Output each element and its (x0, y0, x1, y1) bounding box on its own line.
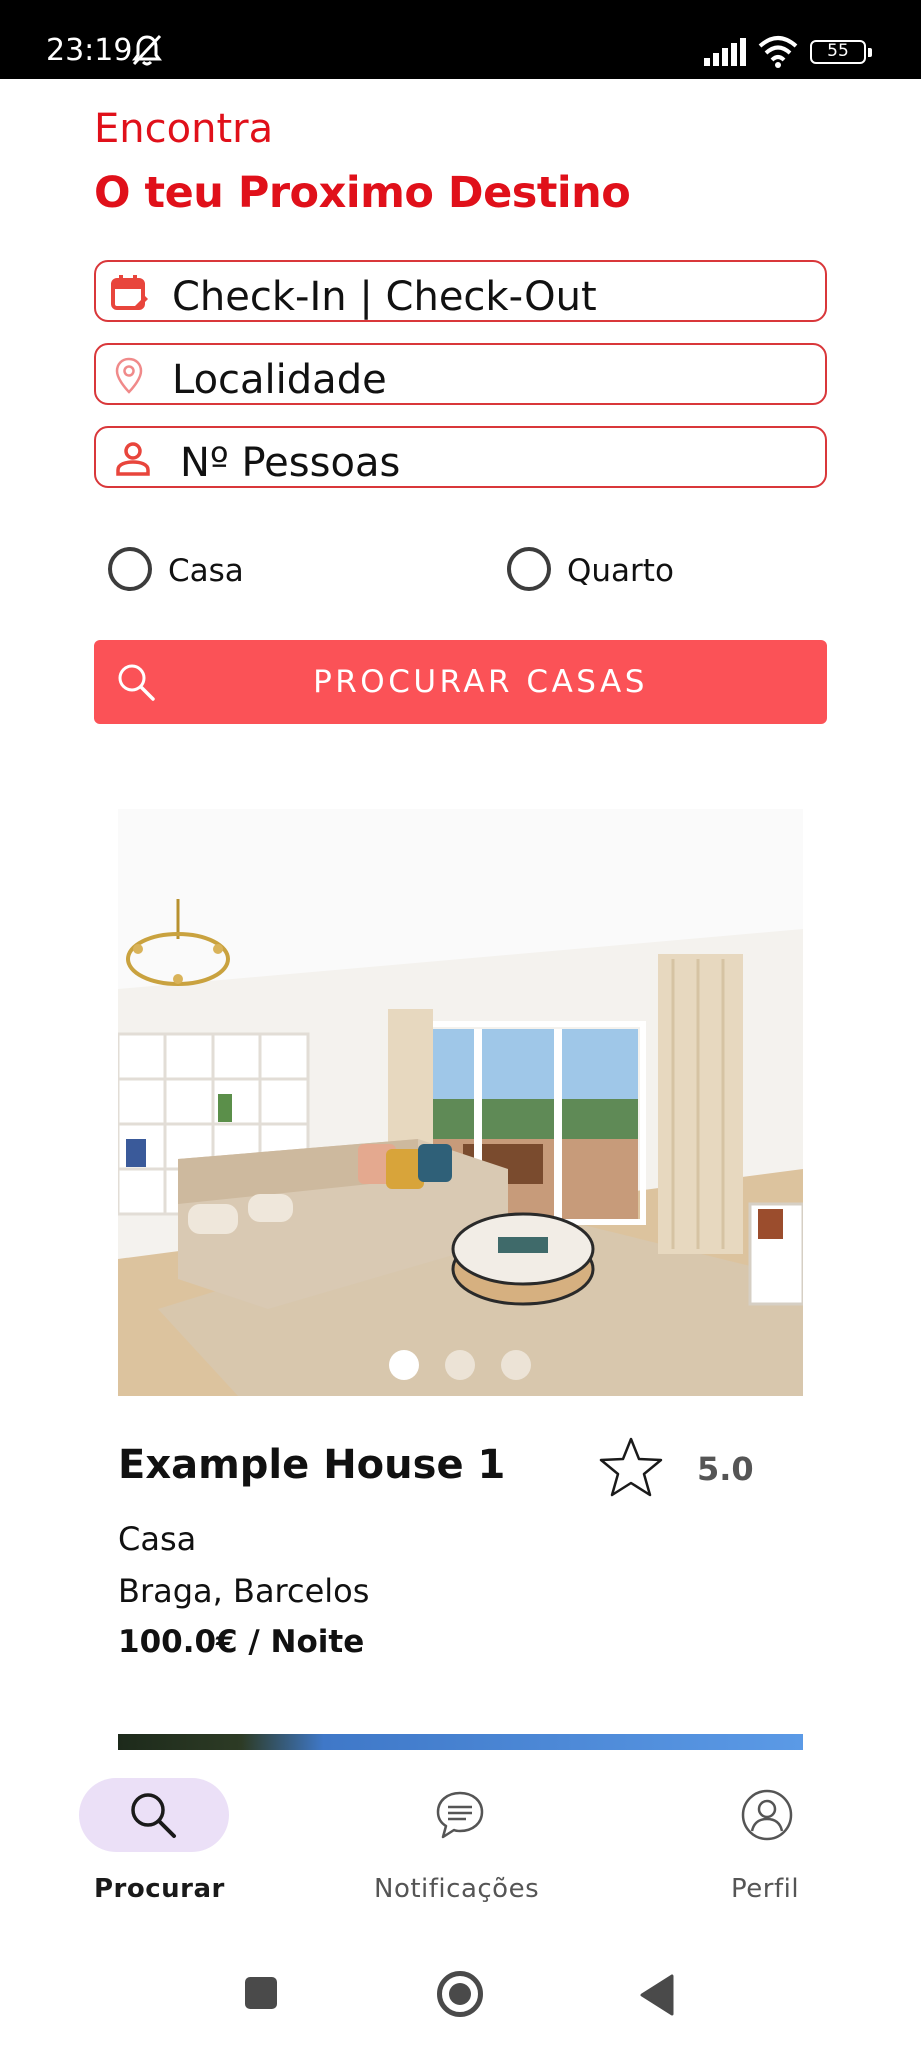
radio-casa-label: Casa (168, 553, 244, 589)
radio-quarto-label: Quarto (567, 553, 674, 589)
dates-field-text: Check-In | Check-Out (172, 274, 597, 320)
profile-icon (741, 1789, 793, 1841)
bottom-nav: Procurar Notificações Perfil (0, 1750, 921, 1930)
listing-type: Casa (118, 1520, 197, 1558)
recents-button[interactable] (245, 1977, 277, 2009)
listing-title[interactable]: Example House 1 (118, 1442, 505, 1488)
system-nav-bar (0, 1930, 921, 2048)
listing-rating: 5.0 (697, 1450, 754, 1488)
nav-label-notificacoes: Notificações (374, 1874, 540, 1904)
location-field-text: Localidade (172, 357, 387, 403)
page-title: O teu Proximo Destino (94, 168, 631, 218)
next-listing-image[interactable] (118, 1734, 803, 1750)
radio-quarto-circle[interactable] (507, 547, 551, 591)
guests-field-text: Nº Pessoas (180, 440, 401, 486)
living-room-photo (118, 809, 803, 1396)
guests-field[interactable]: Nº Pessoas (94, 426, 827, 488)
star-icon[interactable] (598, 1436, 664, 1498)
wifi-icon (758, 36, 798, 68)
listing-price: 100.0€ / Noite (118, 1624, 365, 1660)
radio-casa-circle[interactable] (108, 547, 152, 591)
carousel-dot-2[interactable] (445, 1350, 475, 1380)
signal-icon (704, 38, 746, 66)
search-icon (131, 1793, 176, 1838)
calendar-icon (111, 275, 148, 310)
search-houses-label: PROCURAR CASAS (313, 664, 648, 700)
eyebrow-text: Encontra (94, 106, 274, 152)
back-button[interactable] (640, 1974, 674, 2016)
person-icon (116, 442, 150, 476)
nav-item-perfil[interactable]: Perfil (614, 1750, 921, 1930)
nav-item-procurar[interactable]: Procurar (0, 1750, 307, 1930)
carousel-dot-1[interactable] (389, 1350, 419, 1380)
location-field[interactable]: Localidade (94, 343, 827, 405)
home-button[interactable] (437, 1971, 483, 2017)
chat-bubble-icon (436, 1791, 484, 1839)
nav-label-perfil: Perfil (731, 1874, 800, 1904)
location-pin-icon (115, 357, 143, 394)
nav-label-procurar: Procurar (94, 1874, 225, 1904)
dates-field[interactable]: Check-In | Check-Out (94, 260, 827, 322)
carousel-dot-3[interactable] (501, 1350, 531, 1380)
search-houses-button[interactable]: PROCURAR CASAS (94, 640, 827, 724)
status-time: 23:19 (46, 33, 133, 68)
status-bar: 23:19 55 (0, 0, 921, 79)
listing-location: Braga, Barcelos (118, 1572, 370, 1610)
battery-icon: 55 (810, 40, 872, 64)
bell-off-icon (132, 34, 162, 66)
listing-image[interactable] (118, 809, 803, 1396)
nav-item-notificacoes[interactable]: Notificações (307, 1750, 614, 1930)
